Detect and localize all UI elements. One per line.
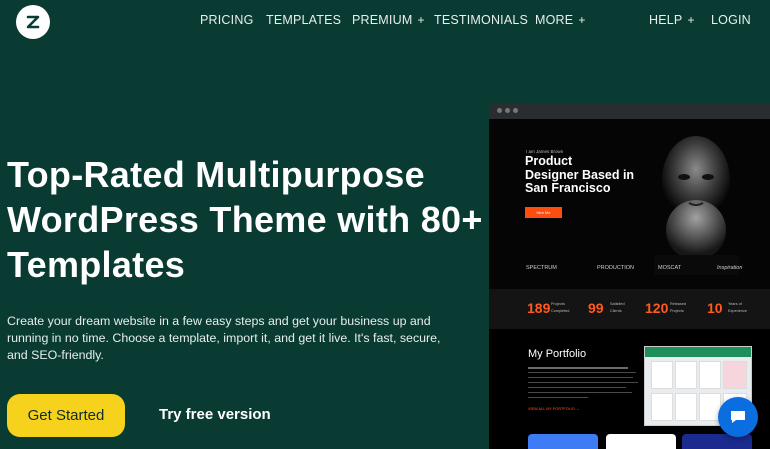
product-card bbox=[675, 393, 697, 421]
hero-description-line: and SEO-friendly. bbox=[7, 348, 104, 362]
product-card bbox=[699, 361, 721, 389]
plus-icon: + bbox=[578, 13, 586, 27]
preview-hero: I am James Brown Product Designer Based … bbox=[489, 119, 770, 289]
hero-title-line: Templates bbox=[7, 244, 186, 285]
product-card bbox=[723, 361, 747, 389]
try-free-version-link[interactable]: Try free version bbox=[159, 406, 271, 423]
hero-description: Create your dream website in a few easy … bbox=[7, 313, 441, 364]
hero-title-line: Top-Rated Multipurpose bbox=[7, 154, 425, 195]
screenshot-header bbox=[645, 347, 751, 357]
stat-label: Years of Experience bbox=[728, 301, 747, 314]
preview-headline-line: Product bbox=[525, 154, 573, 168]
portrait-image bbox=[654, 136, 739, 275]
stat-label: Projects Completed bbox=[551, 301, 569, 314]
nav-templates-label: TEMPLATES bbox=[266, 13, 342, 27]
nav-login[interactable]: LOGIN bbox=[711, 13, 751, 27]
stat-label-line: Experience bbox=[728, 308, 747, 313]
portfolio-thumbnail bbox=[528, 434, 598, 449]
text-line bbox=[528, 367, 628, 369]
text-line bbox=[528, 387, 626, 388]
brand-logo: PRODUCTION bbox=[597, 265, 634, 271]
stat-label-line: Released bbox=[670, 302, 687, 306]
chat-bubble-icon bbox=[731, 411, 745, 423]
stat-label: Released Projects bbox=[670, 301, 686, 314]
stat-label-line: Satisfied bbox=[610, 302, 625, 306]
plus-icon: + bbox=[417, 13, 425, 27]
product-card bbox=[651, 393, 673, 421]
hero-description-line: Create your dream website in a few easy … bbox=[7, 314, 431, 328]
nav-login-label: LOGIN bbox=[711, 13, 751, 27]
stat-label-line: Projects bbox=[670, 308, 684, 313]
stat-value: 99 bbox=[588, 300, 604, 316]
nav-help-label: HELP bbox=[649, 13, 683, 27]
get-started-button[interactable]: Get Started bbox=[7, 394, 125, 437]
window-dot-icon bbox=[505, 108, 510, 113]
text-line bbox=[528, 382, 638, 383]
nav-pricing[interactable]: PRICING bbox=[200, 13, 254, 27]
nav-help[interactable]: HELP + bbox=[649, 13, 695, 27]
nav-templates[interactable]: TEMPLATES bbox=[266, 13, 341, 27]
text-line bbox=[528, 392, 632, 393]
chat-button[interactable] bbox=[718, 397, 758, 437]
preview-hire-button: Hire Me bbox=[525, 207, 562, 218]
stat-value: 10 bbox=[707, 300, 723, 316]
preview-headline-line: Designer Based in bbox=[525, 167, 635, 182]
text-line bbox=[528, 377, 633, 378]
stat-label-line: Completed bbox=[551, 308, 570, 313]
window-dot-icon bbox=[497, 108, 502, 113]
stat-value: 120 bbox=[645, 300, 669, 316]
text-line bbox=[528, 372, 636, 373]
preview-headline: Product Designer Based in San Francisco bbox=[525, 154, 635, 196]
portfolio-thumbnail bbox=[606, 434, 676, 449]
nav-testimonials[interactable]: TESTIMONIALS bbox=[434, 13, 528, 27]
hero-title-line: WordPress Theme with 80+ bbox=[7, 199, 483, 240]
main-nav: PRICING TEMPLATES PREMIUM + TESTIMONIALS … bbox=[0, 13, 770, 29]
stat-label: Satisfied Clients bbox=[610, 301, 625, 314]
nav-more[interactable]: MORE + bbox=[535, 13, 586, 27]
portfolio-link: VIEW ALL MY PORTFOLIO → bbox=[528, 407, 580, 411]
nav-premium-label: PREMIUM bbox=[352, 13, 413, 27]
nav-more-label: MORE bbox=[535, 13, 574, 27]
browser-bar bbox=[489, 103, 770, 119]
nav-testimonials-label: TESTIMONIALS bbox=[434, 13, 529, 27]
nav-premium[interactable]: PREMIUM + bbox=[352, 13, 425, 27]
stat-value: 189 bbox=[527, 300, 551, 316]
preview-brands: SPECTRUM PRODUCTION MOSCAT Inspiration bbox=[489, 265, 770, 275]
window-dot-icon bbox=[513, 108, 518, 113]
brand-logo: MOSCAT bbox=[658, 265, 682, 271]
hero-description-line: running in no time. Choose a template, i… bbox=[7, 331, 441, 345]
stat-label-line: Clients bbox=[610, 308, 622, 313]
brand-logo: SPECTRUM bbox=[526, 265, 557, 271]
portfolio-title: My Portfolio bbox=[528, 348, 587, 360]
product-card bbox=[651, 361, 673, 389]
preview-stats: 189 Projects Completed 99 Satisfied Clie… bbox=[489, 289, 770, 329]
text-line bbox=[528, 397, 588, 398]
template-preview: I am James Brown Product Designer Based … bbox=[489, 103, 770, 449]
preview-headline-line: San Francisco bbox=[525, 181, 611, 195]
product-card bbox=[675, 361, 697, 389]
brand-logo: Inspiration bbox=[717, 265, 743, 271]
nav-pricing-label: PRICING bbox=[200, 13, 254, 27]
plus-icon: + bbox=[687, 13, 695, 27]
hero-title: Top-Rated Multipurpose WordPress Theme w… bbox=[7, 152, 483, 287]
